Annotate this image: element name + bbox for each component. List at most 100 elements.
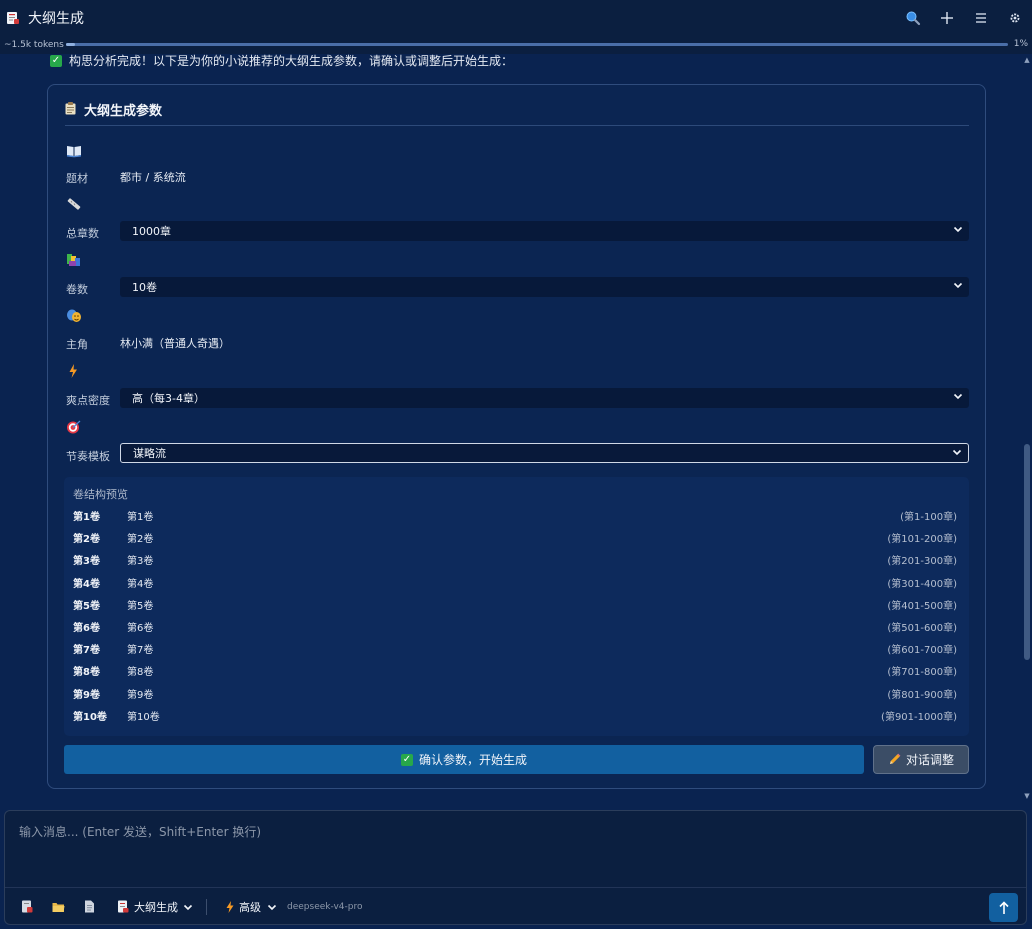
content-scrollbar[interactable]: ▲ ▼ — [1024, 54, 1030, 802]
volume-name: 第7卷 — [127, 645, 154, 657]
scroll-down-arrow[interactable]: ▼ — [1024, 792, 1030, 800]
preview-row: 第3卷 第3卷 (第201-300章) — [73, 552, 957, 572]
chapter-range: (第1-100章) — [900, 512, 957, 523]
send-button[interactable] — [989, 893, 1018, 922]
new-chat-button[interactable] — [930, 2, 964, 34]
preview-row: 第1卷 第1卷 (第1-100章) — [73, 508, 957, 528]
window-title: 大纲生成 — [28, 11, 84, 27]
confirm-generate-button[interactable]: ✓ 确认参数，开始生成 — [64, 745, 864, 774]
chevron-down-icon — [953, 282, 963, 289]
attach-file-button[interactable] — [75, 894, 103, 920]
chevron-down-icon — [953, 393, 963, 400]
chat-adjust-button[interactable]: 对话调整 — [873, 745, 969, 774]
chapter-range: (第501-600章) — [887, 623, 957, 634]
mode-select-value: 大纲生成 — [134, 900, 178, 914]
scroll-up-arrow[interactable]: ▲ — [1024, 56, 1030, 64]
check-mark-icon: ✓ — [50, 54, 62, 67]
volumes-select[interactable]: 10卷 — [120, 277, 969, 297]
token-usage-bar: ~1.5k tokens 1% — [0, 36, 1032, 54]
volume-number: 第8卷 — [73, 667, 100, 679]
chevron-down-icon — [952, 449, 962, 456]
books-icon — [67, 254, 80, 266]
rhythm-select-value: 谋略流 — [133, 447, 166, 460]
token-progress-fill — [66, 43, 76, 46]
scroll-thumb[interactable] — [1024, 444, 1030, 660]
panel-header: 大纲生成参数 — [65, 100, 969, 126]
composer-toolbar: 大纲生成 高级 deepseek-v4-pro — [5, 888, 1026, 925]
search-icon — [906, 11, 921, 26]
chapters-label: 总章数 — [66, 227, 99, 240]
volume-name: 第2卷 — [127, 534, 154, 546]
mode-select[interactable]: 大纲生成 — [117, 899, 193, 915]
arrow-up-icon — [998, 900, 1009, 914]
chapters-select[interactable]: 1000章 — [120, 221, 969, 241]
chapter-range: (第401-500章) — [887, 600, 957, 612]
panel-title: 大纲生成参数 — [84, 104, 163, 119]
toolbar-separator — [206, 898, 207, 915]
preview-row: 第8卷 第8卷 (第701-800章) — [73, 663, 957, 683]
token-count: ~1.5k tokens — [4, 40, 64, 50]
density-label: 爽点密度 — [66, 394, 110, 407]
chapter-range: (第301-400章) — [887, 578, 957, 590]
chat-content[interactable]: ✓ 构思分析完成！以下是为你的小说推荐的大纲生成参数，请确认或调整后开始生成： … — [0, 54, 1032, 802]
level-select[interactable]: 高级 — [225, 899, 277, 915]
rhythm-select[interactable]: 谋略流 — [120, 443, 969, 463]
chevron-down-icon — [183, 904, 193, 910]
theater-masks-icon — [67, 309, 81, 322]
chevron-down-icon — [267, 904, 277, 910]
chat-adjust-label: 对话调整 — [905, 753, 954, 767]
chevron-down-icon — [953, 226, 963, 233]
chapter-range: (第601-700章) — [887, 645, 957, 657]
clipboard-icon — [65, 102, 76, 115]
assistant-message: ✓ 构思分析完成！以下是为你的小说推荐的大纲生成参数，请确认或调整后开始生成： — [50, 54, 513, 69]
model-name: deepseek-v4-pro — [287, 901, 363, 912]
volume-number: 第5卷 — [73, 600, 100, 612]
attach-image-button[interactable] — [13, 894, 41, 920]
volume-number: 第10卷 — [73, 711, 107, 723]
volume-number: 第2卷 — [73, 534, 100, 546]
outline-params-panel: 大纲生成参数 题材 都市 / 系统流 总章数 1000章 卷数 10卷 主角 林… — [47, 84, 986, 789]
volume-number: 第3卷 — [73, 556, 100, 568]
chapter-range: (第801-900章) — [887, 689, 957, 701]
density-select[interactable]: 高（每3-4章） — [120, 388, 969, 408]
preview-row: 第7卷 第7卷 (第601-700章) — [73, 641, 957, 661]
preview-row: 第5卷 第5卷 (第401-500章) — [73, 597, 957, 617]
preview-row: 第2卷 第2卷 (第101-200章) — [73, 530, 957, 550]
lightning-icon — [226, 900, 234, 913]
document-icon — [84, 900, 94, 913]
volume-name: 第9卷 — [127, 689, 154, 701]
folder-icon — [52, 902, 64, 912]
settings-button[interactable] — [998, 2, 1032, 34]
volume-number: 第1卷 — [73, 512, 100, 523]
check-mark-icon: ✓ — [400, 753, 413, 766]
chapter-range: (第701-800章) — [887, 667, 957, 679]
density-select-value: 高（每3-4章） — [132, 392, 205, 405]
volume-name: 第10卷 — [127, 711, 160, 723]
preview-title: 卷结构预览 — [73, 488, 128, 501]
preview-row: 第6卷 第6卷 (第501-600章) — [73, 619, 957, 639]
assistant-message-text: 构思分析完成！以下是为你的小说推荐的大纲生成参数，请确认或调整后开始生成： — [69, 54, 514, 68]
gear-icon — [1010, 13, 1020, 23]
volumes-select-value: 10卷 — [132, 281, 157, 294]
chapter-range: (第101-200章) — [887, 534, 957, 546]
menu-button[interactable] — [964, 2, 998, 34]
protagonist-value: 林小满（普通人奇遇） — [120, 337, 230, 350]
message-input[interactable] — [5, 811, 1026, 887]
chapters-select-value: 1000章 — [132, 225, 171, 238]
token-percent: 1% — [1013, 39, 1028, 49]
chapter-range: (第901-1000章) — [881, 711, 957, 723]
search-button[interactable] — [896, 2, 930, 34]
volume-number: 第4卷 — [73, 578, 100, 590]
rhythm-label: 节奏模板 — [66, 450, 110, 463]
token-progress-track — [66, 43, 1008, 46]
volume-structure-preview: 卷结构预览 第1卷 第1卷 (第1-100章) 第2卷 第2卷 (第101-200章) 第3… — [64, 477, 969, 736]
volume-number: 第9卷 — [73, 689, 100, 701]
level-select-value: 高级 — [239, 900, 261, 914]
plus-icon — [941, 12, 953, 24]
menu-icon — [976, 13, 986, 23]
protagonist-label: 主角 — [66, 338, 88, 351]
document-app-icon — [118, 900, 129, 913]
open-folder-button[interactable] — [44, 894, 72, 920]
volume-number: 第7卷 — [73, 645, 100, 657]
pencil-icon — [889, 753, 901, 764]
